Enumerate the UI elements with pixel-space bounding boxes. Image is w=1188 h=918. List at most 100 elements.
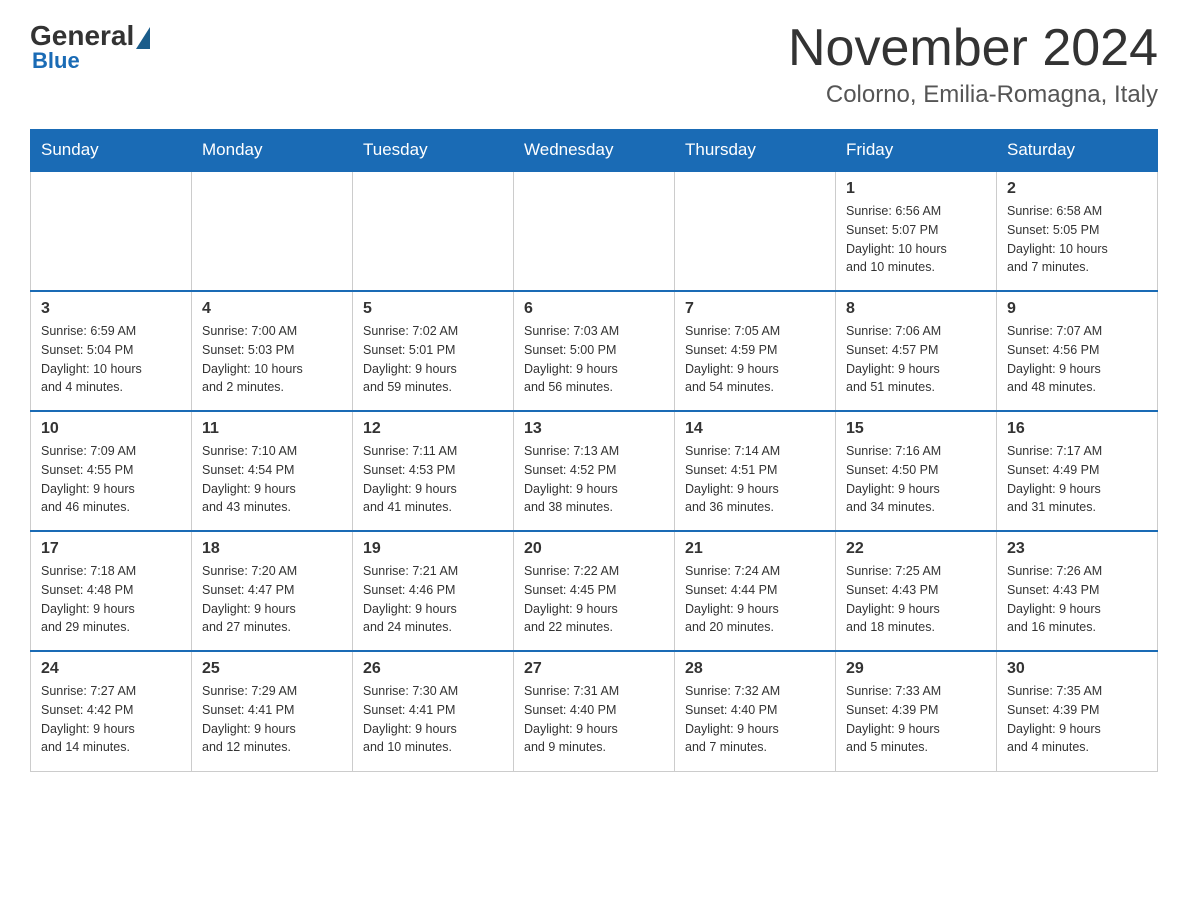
calendar-cell: 12 Sunrise: 7:11 AMSunset: 4:53 PMDayligh… [353,411,514,531]
day-info: Sunrise: 7:16 AMSunset: 4:50 PMDaylight:… [846,442,986,517]
day-info: Sunrise: 7:26 AMSunset: 4:43 PMDaylight:… [1007,562,1147,637]
day-info: Sunrise: 7:07 AMSunset: 4:56 PMDaylight:… [1007,322,1147,397]
day-number: 14 [685,420,825,438]
day-info: Sunrise: 7:17 AMSunset: 4:49 PMDaylight:… [1007,442,1147,517]
calendar-cell: 25 Sunrise: 7:29 AMSunset: 4:41 PMDayligh… [192,651,353,771]
day-number: 27 [524,660,664,678]
calendar-header-row: Sunday Monday Tuesday Wednesday Thursday… [31,130,1158,172]
calendar-cell: 17Sunrise: 7:18 AMSunset: 4:48 PMDayligh… [31,531,192,651]
day-number: 18 [202,540,342,558]
header-sunday: Sunday [31,130,192,172]
day-info: Sunrise: 7:24 AMSunset: 4:44 PMDaylight:… [685,562,825,637]
day-number: 13 [524,420,664,438]
calendar-cell: 30 Sunrise: 7:35 AMSunset: 4:39 PMDayligh… [997,651,1158,771]
calendar-cell: 19Sunrise: 7:21 AMSunset: 4:46 PMDayligh… [353,531,514,651]
header-friday: Friday [836,130,997,172]
day-info: Sunrise: 6:56 AMSunset: 5:07 PMDaylight:… [846,202,986,277]
calendar-cell: 22 Sunrise: 7:25 AMSunset: 4:43 PMDayligh… [836,531,997,651]
logo-blue-text: Blue [32,48,80,74]
day-info: Sunrise: 7:30 AMSunset: 4:41 PMDaylight:… [363,682,503,757]
day-info: Sunrise: 7:31 AMSunset: 4:40 PMDaylight:… [524,682,664,757]
day-info: Sunrise: 6:59 AMSunset: 5:04 PMDaylight:… [41,322,181,397]
day-info: Sunrise: 7:35 AMSunset: 4:39 PMDaylight:… [1007,682,1147,757]
day-info: Sunrise: 7:03 AMSunset: 5:00 PMDaylight:… [524,322,664,397]
header-tuesday: Tuesday [353,130,514,172]
day-info: Sunrise: 7:10 AMSunset: 4:54 PMDaylight:… [202,442,342,517]
calendar-cell: 1Sunrise: 6:56 AMSunset: 5:07 PMDaylight… [836,171,997,291]
week-row-2: 3 Sunrise: 6:59 AMSunset: 5:04 PMDaylight… [31,291,1158,411]
day-number: 24 [41,660,181,678]
calendar-cell: 6 Sunrise: 7:03 AMSunset: 5:00 PMDaylight… [514,291,675,411]
day-number: 20 [524,540,664,558]
week-row-3: 10 Sunrise: 7:09 AMSunset: 4:55 PMDayligh… [31,411,1158,531]
month-title: November 2024 [788,20,1158,77]
calendar-cell: 23 Sunrise: 7:26 AMSunset: 4:43 PMDayligh… [997,531,1158,651]
day-info: Sunrise: 7:27 AMSunset: 4:42 PMDaylight:… [41,682,181,757]
calendar-cell: 28 Sunrise: 7:32 AMSunset: 4:40 PMDayligh… [675,651,836,771]
header-monday: Monday [192,130,353,172]
calendar-cell [192,171,353,291]
calendar-cell: 3 Sunrise: 6:59 AMSunset: 5:04 PMDaylight… [31,291,192,411]
day-info: Sunrise: 6:58 AMSunset: 5:05 PMDaylight:… [1007,202,1147,277]
calendar-cell: 4Sunrise: 7:00 AMSunset: 5:03 PMDaylight… [192,291,353,411]
day-info: Sunrise: 7:18 AMSunset: 4:48 PMDaylight:… [41,562,181,637]
day-number: 16 [1007,420,1147,438]
logo-triangle-icon [136,27,150,49]
calendar-cell: 9 Sunrise: 7:07 AMSunset: 4:56 PMDaylight… [997,291,1158,411]
calendar-cell: 10 Sunrise: 7:09 AMSunset: 4:55 PMDayligh… [31,411,192,531]
week-row-1: 1Sunrise: 6:56 AMSunset: 5:07 PMDaylight… [31,171,1158,291]
day-info: Sunrise: 7:13 AMSunset: 4:52 PMDaylight:… [524,442,664,517]
day-info: Sunrise: 7:09 AMSunset: 4:55 PMDaylight:… [41,442,181,517]
day-number: 28 [685,660,825,678]
logo: General Blue [30,20,150,74]
day-info: Sunrise: 7:14 AMSunset: 4:51 PMDaylight:… [685,442,825,517]
calendar-cell: 7Sunrise: 7:05 AMSunset: 4:59 PMDaylight… [675,291,836,411]
day-number: 9 [1007,300,1147,318]
calendar-cell: 2Sunrise: 6:58 AMSunset: 5:05 PMDaylight… [997,171,1158,291]
day-number: 5 [363,300,503,318]
calendar-cell: 11 Sunrise: 7:10 AMSunset: 4:54 PMDayligh… [192,411,353,531]
day-info: Sunrise: 7:00 AMSunset: 5:03 PMDaylight:… [202,322,342,397]
day-info: Sunrise: 7:25 AMSunset: 4:43 PMDaylight:… [846,562,986,637]
day-info: Sunrise: 7:22 AMSunset: 4:45 PMDaylight:… [524,562,664,637]
calendar-cell: 29Sunrise: 7:33 AMSunset: 4:39 PMDayligh… [836,651,997,771]
day-number: 15 [846,420,986,438]
day-info: Sunrise: 7:02 AMSunset: 5:01 PMDaylight:… [363,322,503,397]
calendar-cell: 27 Sunrise: 7:31 AMSunset: 4:40 PMDayligh… [514,651,675,771]
day-info: Sunrise: 7:33 AMSunset: 4:39 PMDaylight:… [846,682,986,757]
day-number: 10 [41,420,181,438]
calendar-table: Sunday Monday Tuesday Wednesday Thursday… [30,129,1158,772]
day-number: 8 [846,300,986,318]
page-header: General Blue November 2024 Colorno, Emil… [30,20,1158,109]
day-info: Sunrise: 7:32 AMSunset: 4:40 PMDaylight:… [685,682,825,757]
calendar-cell [675,171,836,291]
calendar-cell: 15 Sunrise: 7:16 AMSunset: 4:50 PMDayligh… [836,411,997,531]
calendar-cell: 20 Sunrise: 7:22 AMSunset: 4:45 PMDayligh… [514,531,675,651]
day-info: Sunrise: 7:29 AMSunset: 4:41 PMDaylight:… [202,682,342,757]
day-number: 12 [363,420,503,438]
calendar-cell: 13 Sunrise: 7:13 AMSunset: 4:52 PMDayligh… [514,411,675,531]
day-number: 30 [1007,660,1147,678]
calendar-cell: 5 Sunrise: 7:02 AMSunset: 5:01 PMDaylight… [353,291,514,411]
calendar-cell: 21Sunrise: 7:24 AMSunset: 4:44 PMDayligh… [675,531,836,651]
header-wednesday: Wednesday [514,130,675,172]
day-number: 22 [846,540,986,558]
day-number: 25 [202,660,342,678]
day-info: Sunrise: 7:20 AMSunset: 4:47 PMDaylight:… [202,562,342,637]
day-number: 6 [524,300,664,318]
day-info: Sunrise: 7:11 AMSunset: 4:53 PMDaylight:… [363,442,503,517]
header-saturday: Saturday [997,130,1158,172]
day-number: 3 [41,300,181,318]
day-number: 11 [202,420,342,438]
calendar-cell: 16 Sunrise: 7:17 AMSunset: 4:49 PMDayligh… [997,411,1158,531]
calendar-cell: 18 Sunrise: 7:20 AMSunset: 4:47 PMDayligh… [192,531,353,651]
day-number: 23 [1007,540,1147,558]
week-row-4: 17Sunrise: 7:18 AMSunset: 4:48 PMDayligh… [31,531,1158,651]
calendar-cell [31,171,192,291]
day-number: 7 [685,300,825,318]
header-thursday: Thursday [675,130,836,172]
calendar-cell: 26Sunrise: 7:30 AMSunset: 4:41 PMDayligh… [353,651,514,771]
calendar-cell: 14 Sunrise: 7:14 AMSunset: 4:51 PMDayligh… [675,411,836,531]
day-info: Sunrise: 7:06 AMSunset: 4:57 PMDaylight:… [846,322,986,397]
title-block: November 2024 Colorno, Emilia-Romagna, I… [788,20,1158,109]
